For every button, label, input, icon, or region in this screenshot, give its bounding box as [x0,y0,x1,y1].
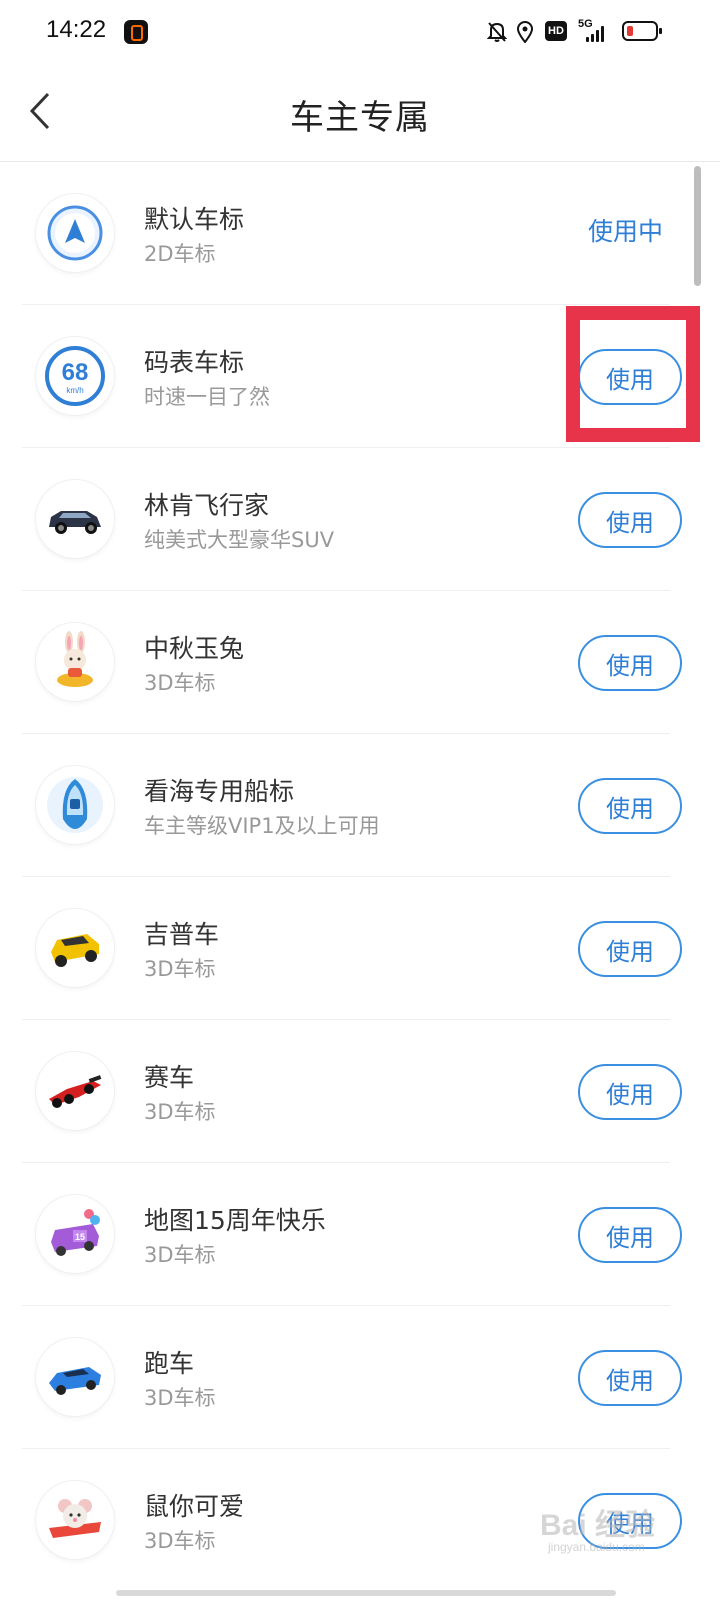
scrollbar[interactable] [694,166,701,286]
item-title: 码表车标 [144,348,245,377]
list-item: 吉普车 3D车标 使用 [22,877,682,1020]
watermark: Bai 经验 [540,1509,656,1542]
item-title: 鼠你可爱 [144,1492,245,1521]
item-title: 林肯飞行家 [144,491,270,520]
sports-car-icon [36,1338,114,1416]
use-button[interactable]: 使用 [578,921,682,977]
item-title: 看海专用船标 [144,777,295,806]
suv-icon [36,480,114,558]
use-button[interactable]: 使用 [578,778,682,834]
page-title: 车主专属 [290,98,430,138]
gesture-bar [116,1590,616,1596]
item-title: 赛车 [144,1063,195,1092]
use-button[interactable]: 使用 [578,1350,682,1406]
status-time: 14:22 [46,16,107,43]
car-icon-list: 默认车标 2D车标 使用中 68 km/h 码表车标 时速一目了然 使用 林肯飞… [0,162,720,1592]
list-item: 看海专用船标 车主等级VIP1及以上可用 使用 [22,734,682,877]
anniversary-van-icon: 15 [36,1195,114,1273]
race-car-icon [36,1052,114,1130]
list-item: 68 km/h 码表车标 时速一目了然 使用 [22,305,682,448]
item-title: 跑车 [144,1349,195,1378]
item-subtitle: 3D车标 [144,1529,216,1553]
battery-level [627,26,633,36]
item-title: 默认车标 [144,205,245,234]
boat-icon [36,766,114,844]
battery-icon [622,21,662,41]
item-subtitle: 3D车标 [144,957,216,981]
use-button[interactable]: 使用 [578,492,682,548]
mute-bell-icon [486,20,508,44]
list-item: 跑车 3D车标 使用 [22,1306,682,1449]
in-use-label: 使用中 [588,217,664,246]
nav-header: 车主专属 [0,64,720,162]
use-button[interactable]: 使用 [578,349,682,405]
item-subtitle: 3D车标 [144,1386,216,1410]
jeep-icon [36,909,114,987]
location-icon [514,20,536,44]
item-subtitle: 3D车标 [144,1100,216,1124]
item-title: 中秋玉兔 [144,634,245,663]
watermark-url: jingyan.baidu.com [548,1540,645,1554]
mouse-plane-icon [36,1481,114,1559]
signal-icon [586,26,606,42]
status-bar: 14:22 HD 5G [0,0,720,64]
item-subtitle: 时速一目了然 [144,385,270,409]
item-subtitle: 2D车标 [144,242,216,266]
svg-text:15: 15 [75,1232,85,1242]
speedometer-icon: 68 km/h [36,337,114,415]
svg-text:km/h: km/h [66,386,83,395]
use-button[interactable]: 使用 [578,635,682,691]
list-item: 默认车标 2D车标 使用中 [22,162,670,305]
svg-text:68: 68 [62,359,89,386]
rabbit-icon [36,623,114,701]
list-item: 赛车 3D车标 使用 [22,1020,682,1163]
item-title: 地图15周年快乐 [144,1206,326,1235]
list-item: 15 地图15周年快乐 3D车标 使用 [22,1163,682,1306]
app-notification-icon [124,20,148,44]
navigation-arrow-icon [36,194,114,272]
item-title: 吉普车 [144,920,220,949]
use-button[interactable]: 使用 [578,1064,682,1120]
use-button[interactable]: 使用 [578,1207,682,1263]
item-subtitle: 纯美式大型豪华SUV [144,528,335,552]
list-item: 中秋玉兔 3D车标 使用 [22,591,682,734]
item-subtitle: 车主等级VIP1及以上可用 [144,814,380,838]
list-item: 林肯飞行家 纯美式大型豪华SUV 使用 [22,448,682,591]
item-subtitle: 3D车标 [144,671,216,695]
item-subtitle: 3D车标 [144,1243,216,1267]
hd-icon: HD [545,21,567,41]
